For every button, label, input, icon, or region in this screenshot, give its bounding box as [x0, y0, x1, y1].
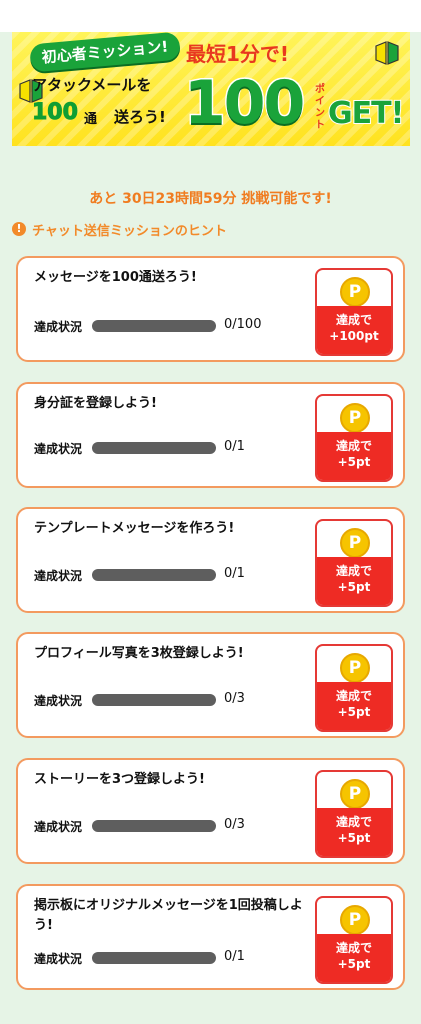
point-coin-icon: P — [340, 653, 370, 683]
info-icon: ! — [12, 222, 26, 236]
mission-card[interactable]: プロフィール写真を3枚登録しよう! 達成状況 0/3 P 達成で +5pt — [16, 632, 405, 738]
point-coin-icon: P — [340, 779, 370, 809]
progress-bar — [92, 694, 216, 706]
reward-button[interactable]: P 達成で +5pt — [315, 770, 393, 858]
reward-button[interactable]: P 達成で +5pt — [315, 519, 393, 607]
reward-label: 達成で +5pt — [317, 432, 391, 480]
reward-line1: 達成で — [335, 815, 372, 829]
banner-points-unit: ポイント — [315, 84, 325, 131]
mission-title: プロフィール写真を3枚登録しよう! — [34, 646, 244, 661]
reward-line1: 達成で — [335, 439, 372, 453]
reward-line1: 達成で — [335, 313, 372, 327]
banner-subtitle: アタックメールを 100 通 送ろう! — [32, 70, 182, 144]
reward-button[interactable]: P 達成で +5pt — [315, 896, 393, 984]
progress-bar — [92, 442, 216, 454]
mission-card[interactable]: 身分証を登録しよう! 達成状況 0/1 P 達成で +5pt — [16, 382, 405, 488]
mission-title: テンプレートメッセージを作ろう! — [34, 521, 235, 536]
point-coin-icon: P — [340, 403, 370, 433]
banner-points: 100 — [182, 67, 306, 140]
banner-unit: 通 — [84, 112, 98, 127]
beginner-leaf-icon — [375, 41, 399, 65]
mission-title: ストーリーを3つ登録しよう! — [34, 772, 205, 787]
reward-line2: +5pt — [337, 831, 371, 845]
reward-line1: 達成で — [335, 941, 372, 955]
mission-card[interactable]: メッセージを100通送ろう! 達成状況 0/100 P 達成で +100pt — [16, 256, 405, 362]
mission-title: メッセージを100通送ろう! — [34, 270, 197, 285]
reward-line1: 達成で — [335, 689, 372, 703]
banner-line1: アタックメールを — [32, 76, 152, 94]
reward-line2: +5pt — [337, 455, 371, 469]
reward-label: 達成で +5pt — [317, 557, 391, 605]
progress-bar — [92, 952, 216, 964]
progress-label: 達成状況 — [34, 820, 83, 834]
mission-title: 掲示板にオリジナルメッセージを1回投稿しよう! — [34, 898, 303, 933]
progress-bar — [92, 569, 216, 581]
progress-label: 達成状況 — [34, 442, 83, 456]
reward-line2: +5pt — [337, 957, 371, 971]
reward-button[interactable]: P 達成で +5pt — [315, 394, 393, 482]
point-coin-icon: P — [340, 528, 370, 558]
progress-label: 達成状況 — [34, 569, 83, 583]
banner-send: 送ろう! — [114, 108, 166, 126]
progress-count: 0/1 — [224, 439, 245, 454]
progress-label: 達成状況 — [34, 694, 83, 708]
progress-count: 0/1 — [224, 566, 245, 581]
progress-count: 0/100 — [224, 317, 262, 332]
progress-bar — [92, 320, 216, 332]
progress-count: 0/3 — [224, 817, 245, 832]
countdown-text: あと 30日23時間59分 挑戦可能です! — [89, 191, 332, 207]
point-coin-icon: P — [340, 905, 370, 935]
progress-count: 0/3 — [224, 691, 245, 706]
reward-line2: +5pt — [337, 580, 371, 594]
progress-label: 達成状況 — [34, 320, 83, 334]
reward-label: 達成で +5pt — [317, 934, 391, 982]
progress-bar — [92, 820, 216, 832]
banner-count: 100 — [32, 100, 79, 126]
mission-title: 身分証を登録しよう! — [34, 396, 157, 411]
progress-count: 0/1 — [224, 949, 245, 964]
reward-label: 達成で +100pt — [317, 306, 391, 354]
top-bar — [0, 0, 421, 32]
reward-label: 達成で +5pt — [317, 808, 391, 856]
progress-label: 達成状況 — [34, 952, 83, 966]
reward-button[interactable]: P 達成で +100pt — [315, 268, 393, 356]
mission-card[interactable]: ストーリーを3つ登録しよう! 達成状況 0/3 P 達成で +5pt — [16, 758, 405, 864]
reward-line1: 達成で — [335, 564, 372, 578]
mission-banner[interactable]: 初心者ミッション! アタックメールを 100 通 送ろう! 最短1分で! 100… — [12, 32, 410, 146]
banner-get: GET! — [327, 95, 405, 132]
reward-button[interactable]: P 達成で +5pt — [315, 644, 393, 732]
banner-shortest: 最短1分で! — [186, 42, 290, 66]
reward-label: 達成で +5pt — [317, 682, 391, 730]
mission-card[interactable]: 掲示板にオリジナルメッセージを1回投稿しよう! 達成状況 0/1 P 達成で +… — [16, 884, 405, 990]
reward-line2: +5pt — [337, 705, 371, 719]
chat-mission-hint-link[interactable]: ! チャット送信ミッションのヒント — [12, 219, 227, 239]
reward-line2: +100pt — [329, 329, 379, 343]
mission-card[interactable]: テンプレートメッセージを作ろう! 達成状況 0/1 P 達成で +5pt — [16, 507, 405, 613]
point-coin-icon: P — [340, 277, 370, 307]
hint-label: チャット送信ミッションのヒント — [32, 223, 227, 239]
